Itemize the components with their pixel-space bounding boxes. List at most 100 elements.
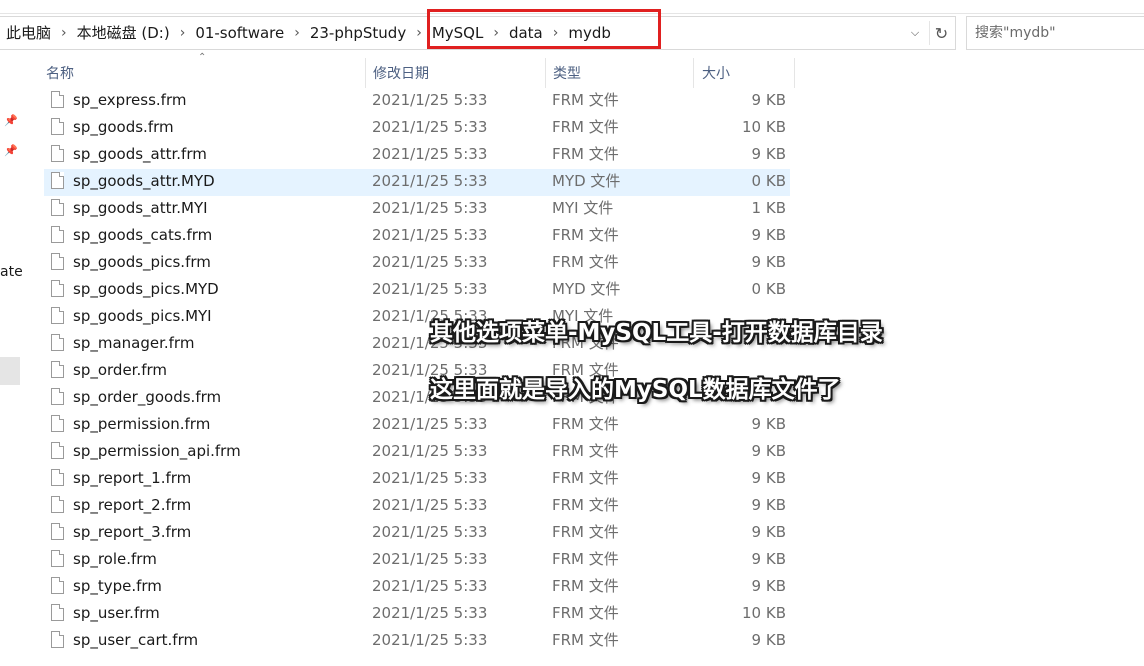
file-type: MYD 文件 (552, 280, 621, 298)
breadcrumb-item-phpstudy[interactable]: 23-phpStudy (306, 17, 410, 49)
file-icon (51, 469, 64, 486)
chevron-right-icon[interactable]: › (174, 17, 192, 49)
file-date: 2021/1/25 5:33 (372, 226, 488, 244)
breadcrumb-item-mysql[interactable]: MySQL (428, 17, 488, 49)
file-row[interactable]: sp_goods_attr.MYI 2021/1/25 5:33 MYI 文件 1 K… (44, 196, 790, 223)
address-bar[interactable]: 此电脑 › 本地磁盘 (D:) › 01-software › 23-phpSt… (0, 16, 956, 50)
file-icon (51, 604, 64, 621)
navigation-pane: 📌 📌 ate (0, 52, 23, 666)
file-row[interactable]: sp_report_2.frm 2021/1/25 5:33 FRM 文件 9 KB (44, 493, 790, 520)
file-name: sp_user_cart.frm (73, 631, 199, 649)
file-date: 2021/1/25 5:33 (372, 550, 488, 568)
file-type: FRM 文件 (552, 496, 619, 514)
file-name: sp_permission_api.frm (73, 442, 241, 460)
file-date: 2021/1/25 5:33 (372, 172, 488, 190)
file-icon (51, 523, 64, 540)
chevron-right-icon[interactable]: › (288, 17, 306, 49)
file-name: sp_goods_cats.frm (73, 226, 213, 244)
chevron-right-icon[interactable]: › (487, 17, 505, 49)
file-name: sp_user.frm (73, 604, 160, 622)
file-icon (51, 199, 64, 216)
file-row[interactable]: sp_report_3.frm 2021/1/25 5:33 FRM 文件 9 KB (44, 520, 790, 547)
file-icon (51, 631, 64, 648)
chevron-right-icon[interactable]: › (547, 17, 565, 49)
file-date: 2021/1/25 5:33 (372, 442, 488, 460)
file-row[interactable]: sp_goods.frm 2021/1/25 5:33 FRM 文件 10 KB (44, 115, 790, 142)
file-name: sp_goods_pics.MYI (73, 307, 212, 325)
column-header-name[interactable]: 名称 (36, 58, 365, 88)
file-row[interactable]: sp_permission.frm 2021/1/25 5:33 FRM 文件 9 K… (44, 412, 790, 439)
file-row-selected[interactable]: sp_goods_attr.MYD 2021/1/25 5:33 MYD 文件 0 K… (44, 169, 790, 196)
file-date: 2021/1/25 5:33 (372, 199, 488, 217)
file-icon (51, 172, 64, 189)
column-header-size[interactable]: 大小 (693, 58, 795, 88)
file-type: FRM 文件 (552, 577, 619, 595)
file-icon (51, 550, 64, 567)
file-size: 9 KB (751, 226, 786, 244)
file-icon (51, 442, 64, 459)
file-name: sp_express.frm (73, 91, 187, 109)
file-row[interactable]: sp_goods_cats.frm 2021/1/25 5:33 FRM 文件 9 K… (44, 223, 790, 250)
file-row[interactable]: sp_type.frm 2021/1/25 5:33 FRM 文件 9 KB (44, 574, 790, 601)
file-name: sp_type.frm (73, 577, 162, 595)
file-size: 9 KB (751, 415, 786, 433)
chevron-down-icon[interactable]: ⌵ (906, 25, 924, 41)
column-header-type[interactable]: 类型 (545, 58, 693, 88)
file-row[interactable]: sp_permission_api.frm 2021/1/25 5:33 FRM 文… (44, 439, 790, 466)
refresh-icon[interactable]: ↻ (929, 21, 953, 45)
file-type: FRM 文件 (552, 631, 619, 649)
search-box[interactable] (966, 16, 1144, 50)
file-icon (51, 280, 64, 297)
breadcrumb-item-drive-d[interactable]: 本地磁盘 (D:) (73, 17, 174, 49)
file-size: 9 KB (751, 145, 786, 163)
file-name: sp_order_goods.frm (73, 388, 222, 406)
breadcrumb-item-software[interactable]: 01-software (191, 17, 288, 49)
breadcrumb-item-data[interactable]: data (505, 17, 547, 49)
file-name: sp_report_1.frm (73, 469, 192, 487)
file-date: 2021/1/25 5:33 (372, 523, 488, 541)
chevron-right-icon[interactable]: › (55, 17, 73, 49)
file-type: FRM 文件 (552, 253, 619, 271)
file-type: FRM 文件 (552, 550, 619, 568)
file-row[interactable]: sp_report_1.frm 2021/1/25 5:33 FRM 文件 9 KB (44, 466, 790, 493)
file-date: 2021/1/25 5:33 (372, 604, 488, 622)
breadcrumb: 此电脑 › 本地磁盘 (D:) › 01-software › 23-phpSt… (0, 17, 615, 49)
file-date: 2021/1/25 5:33 (372, 145, 488, 163)
file-name: sp_goods.frm (73, 118, 174, 136)
file-size: 9 KB (751, 631, 786, 649)
file-name: sp_goods_attr.MYI (73, 199, 208, 217)
pin-icon[interactable]: 📌 (4, 144, 18, 157)
annotation-caption-1: 其他选项菜单-MySQL工具-打开数据库目录 (430, 320, 883, 346)
file-date: 2021/1/25 5:33 (372, 415, 488, 433)
file-name: sp_permission.frm (73, 415, 211, 433)
file-type: MYI 文件 (552, 199, 614, 217)
file-size: 9 KB (751, 442, 786, 460)
file-icon (51, 496, 64, 513)
pin-icon[interactable]: 📌 (4, 114, 18, 127)
nav-item-label[interactable]: ate (0, 264, 23, 280)
search-input[interactable] (967, 17, 1144, 49)
file-row[interactable]: sp_goods_pics.MYD 2021/1/25 5:33 MYD 文件 0 K… (44, 277, 790, 304)
file-type: FRM 文件 (552, 145, 619, 163)
file-type: FRM 文件 (552, 118, 619, 136)
file-row[interactable]: sp_user_cart.frm 2021/1/25 5:33 FRM 文件 9 KB (44, 628, 790, 655)
file-name: sp_report_3.frm (73, 523, 192, 541)
file-row[interactable]: sp_goods_pics.frm 2021/1/25 5:33 FRM 文件 9 K… (44, 250, 790, 277)
file-size: 10 KB (742, 604, 786, 622)
file-type: MYD 文件 (552, 172, 621, 190)
file-icon (51, 388, 64, 405)
file-date: 2021/1/25 5:33 (372, 280, 488, 298)
breadcrumb-item-mydb[interactable]: mydb (564, 17, 615, 49)
file-row[interactable]: sp_express.frm 2021/1/25 5:33 FRM 文件 9 KB (44, 88, 790, 115)
chevron-right-icon[interactable]: › (410, 17, 428, 49)
file-icon (51, 577, 64, 594)
column-header-date[interactable]: 修改日期 (365, 58, 545, 88)
file-type: FRM 文件 (552, 523, 619, 541)
file-name: sp_role.frm (73, 550, 157, 568)
breadcrumb-item-this-pc[interactable]: 此电脑 (0, 17, 55, 49)
file-row[interactable]: sp_role.frm 2021/1/25 5:33 FRM 文件 9 KB (44, 547, 790, 574)
file-type: FRM 文件 (552, 469, 619, 487)
nav-item-selected[interactable] (0, 357, 20, 385)
file-row[interactable]: sp_user.frm 2021/1/25 5:33 FRM 文件 10 KB (44, 601, 790, 628)
file-row[interactable]: sp_goods_attr.frm 2021/1/25 5:33 FRM 文件 9 K… (44, 142, 790, 169)
